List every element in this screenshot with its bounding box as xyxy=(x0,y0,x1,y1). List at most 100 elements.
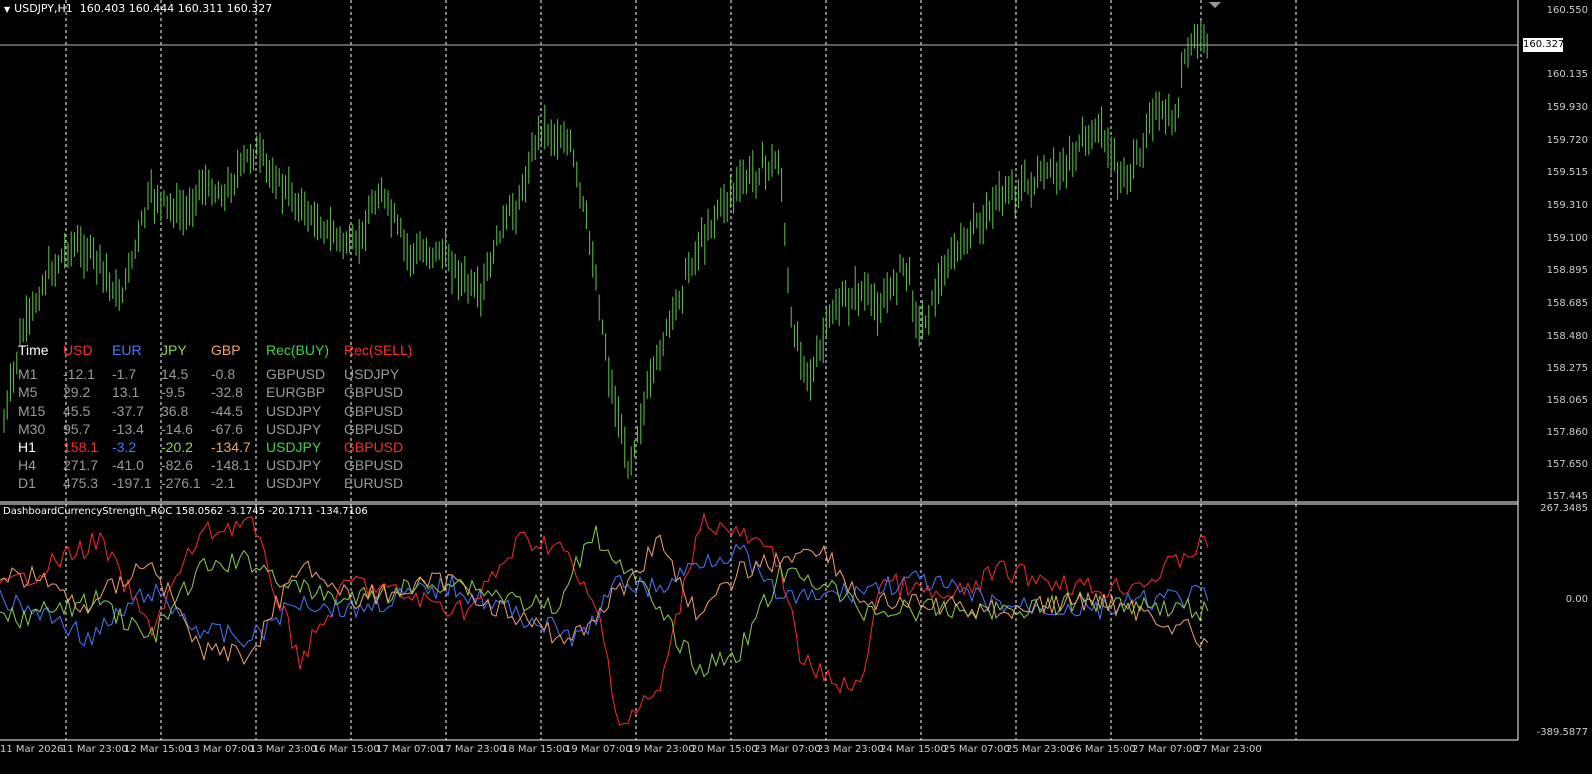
dashboard-cell: H1 xyxy=(18,438,36,455)
time-tick-label: 18 Mar 15:00 xyxy=(502,744,569,755)
dashboard-cell: 45.5 xyxy=(63,402,91,419)
time-tick-label: 11 Mar 23:00 xyxy=(61,744,128,755)
dashboard-cell: -197.1 xyxy=(112,475,152,492)
indicator-tick-label: -389.5877 xyxy=(1536,727,1588,738)
dashboard-cell: -148.1 xyxy=(211,457,251,474)
dashboard-header-cell: EUR xyxy=(112,342,142,358)
gbp-line xyxy=(0,534,1209,666)
dashboard-cell: GBPUSD xyxy=(344,420,404,437)
usd-line xyxy=(0,511,1209,726)
time-tick-label: 25 Mar 07:00 xyxy=(943,744,1010,755)
time-tick-label: 12 Mar 15:00 xyxy=(124,744,191,755)
dashboard-cell: USDJPY xyxy=(266,420,322,437)
symbol-name: USDJPY,H1 xyxy=(14,2,73,15)
dashboard-header-cell: GBP xyxy=(211,342,241,358)
ohlc-values: 160.403 160.444 160.311 160.327 xyxy=(79,2,273,15)
dashboard-cell: EURGBP xyxy=(266,384,326,401)
dashboard-cell: -14.6 xyxy=(161,420,193,437)
dashboard-cell: -82.6 xyxy=(161,457,193,474)
indicator-tick-label: 0.00 xyxy=(1565,594,1588,605)
dashboard-cell: -9.5 xyxy=(161,384,186,401)
dashboard-cell: USDJPY xyxy=(344,366,400,383)
dashboard-cell: USDJPY xyxy=(266,438,322,455)
dashboard-cell: -13.4 xyxy=(112,420,144,437)
dashboard-cell: -276.1 xyxy=(161,475,201,492)
dashboard-header-cell: JPY xyxy=(161,342,187,358)
dashboard-cell: -2.1 xyxy=(211,475,236,492)
time-tick-label: 27 Mar 07:00 xyxy=(1132,744,1199,755)
dashboard-header-cell: Rec(SELL) xyxy=(344,342,413,358)
dashboard-header-cell: Time xyxy=(18,342,49,358)
price-tick-label: 158.895 xyxy=(1546,265,1588,276)
dashboard-cell: -32.8 xyxy=(211,384,243,401)
time-tick-label: 19 Mar 07:00 xyxy=(565,744,632,755)
dashboard-header-cell: USD xyxy=(63,342,93,358)
dashboard-cell: GBPUSD xyxy=(266,366,326,383)
dashboard-cell: M15 xyxy=(18,402,46,419)
dashboard-cell: -67.6 xyxy=(211,420,243,437)
dropdown-arrow-icon[interactable]: ▼ xyxy=(4,5,10,14)
time-tick-label: 23 Mar 07:00 xyxy=(754,744,821,755)
time-tick-label: 19 Mar 23:00 xyxy=(628,744,695,755)
dashboard-cell: H4 xyxy=(18,457,36,474)
dashboard-cell: EURUSD xyxy=(344,475,404,492)
dashboard-cell: GBPUSD xyxy=(344,402,404,419)
dashboard-cell: USDJPY xyxy=(266,475,322,492)
dashboard-cell: 95.7 xyxy=(63,420,91,437)
dashboard-cell: -1.7 xyxy=(112,366,137,383)
time-tick-label: 16 Mar 15:00 xyxy=(313,744,380,755)
time-tick-label: 25 Mar 23:00 xyxy=(1006,744,1073,755)
dashboard-cell: 36.8 xyxy=(161,402,189,419)
dashboard-cell: -134.7 xyxy=(211,438,251,455)
current-price-label: 160.327 xyxy=(1523,38,1565,52)
price-tick-label: 157.860 xyxy=(1546,427,1588,438)
dashboard-cell: USDJPY xyxy=(266,457,322,474)
price-tick-label: 158.065 xyxy=(1546,395,1588,406)
time-tick-label: 13 Mar 23:00 xyxy=(250,744,317,755)
dashboard-header-cell: Rec(BUY) xyxy=(266,342,330,358)
jpy-line xyxy=(0,525,1209,678)
time-tick-label: 17 Mar 07:00 xyxy=(376,744,443,755)
price-tick-label: 159.930 xyxy=(1546,102,1588,113)
dashboard-cell: -37.7 xyxy=(112,402,144,419)
price-tick-label: 160.135 xyxy=(1546,69,1588,80)
dashboard-cell: M1 xyxy=(18,366,38,383)
price-tick-label: 158.275 xyxy=(1546,363,1588,374)
indicator-tick-label: 267.3485 xyxy=(1540,503,1588,514)
time-tick-label: 26 Mar 15:00 xyxy=(1069,744,1136,755)
price-tick-label: 157.445 xyxy=(1546,491,1588,502)
dashboard-cell: 13.1 xyxy=(112,384,140,401)
dashboard-cell: USDJPY xyxy=(266,402,322,419)
indicator-title: DashboardCurrencyStrength_ROC 158.0562 -… xyxy=(3,506,368,517)
dashboard-cell: -20.2 xyxy=(161,438,193,455)
dashboard-cell: M5 xyxy=(18,384,38,401)
dashboard-cell: 158.1 xyxy=(63,438,99,455)
dashboard-cell: 271.7 xyxy=(63,457,99,474)
price-tick-label: 160.550 xyxy=(1546,5,1588,16)
dashboard-cell: -44.5 xyxy=(211,402,243,419)
dashboard-cell: GBPUSD xyxy=(344,438,404,455)
dashboard-cell: 29.2 xyxy=(63,384,91,401)
time-tick-label: 13 Mar 07:00 xyxy=(187,744,254,755)
symbol-title: ▼ USDJPY,H1 160.403 160.444 160.311 160.3… xyxy=(4,2,272,15)
price-tick-label: 159.720 xyxy=(1546,135,1588,146)
time-tick-label: 24 Mar 15:00 xyxy=(880,744,947,755)
time-tick-label: 27 Mar 23:00 xyxy=(1195,744,1262,755)
dashboard-cell: 14.5 xyxy=(161,366,189,383)
price-tick-label: 158.480 xyxy=(1546,331,1588,342)
dashboard-cell: M30 xyxy=(18,420,46,437)
price-tick-label: 158.685 xyxy=(1546,298,1588,309)
dashboard-cell: -0.8 xyxy=(211,366,236,383)
dashboard-cell: D1 xyxy=(18,475,36,492)
dashboard-cell: -3.2 xyxy=(112,438,137,455)
chart-shift-marker-icon xyxy=(1209,2,1221,8)
dashboard-cell: -41.0 xyxy=(112,457,144,474)
price-tick-label: 159.515 xyxy=(1546,167,1588,178)
price-tick-label: 159.310 xyxy=(1546,200,1588,211)
price-tick-label: 157.650 xyxy=(1546,459,1588,470)
dashboard-cell: GBPUSD xyxy=(344,384,404,401)
time-tick-label: 17 Mar 23:00 xyxy=(439,744,506,755)
time-tick-label: 20 Mar 15:00 xyxy=(691,744,758,755)
eur-line xyxy=(0,543,1209,648)
dashboard-cell: GBPUSD xyxy=(344,457,404,474)
